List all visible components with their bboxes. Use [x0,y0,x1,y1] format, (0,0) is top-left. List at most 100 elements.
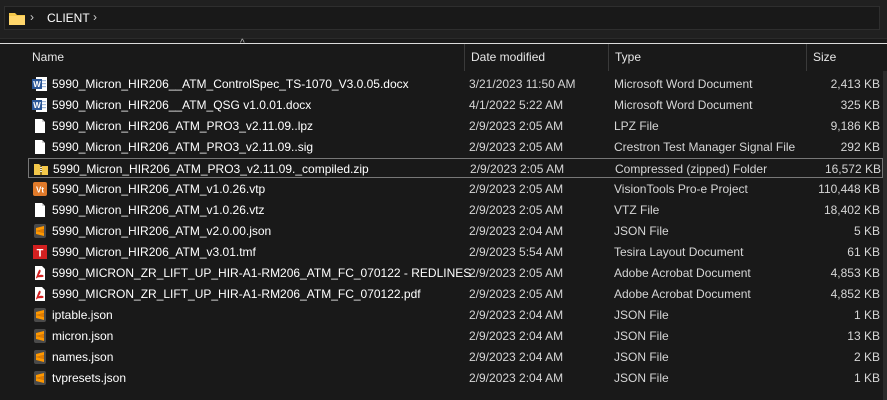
column-header-type[interactable]: Type [609,44,807,71]
file-name: micron.json [52,329,114,343]
file-type: Compressed (zipped) Folder [615,162,768,176]
tesira-icon: T [32,244,48,260]
pdf-icon [32,286,48,302]
file-date-modified: 2/9/2023 2:05 AM [470,162,565,176]
file-size: 4,853 KB [830,266,880,280]
file-row[interactable]: 5990_MICRON_ZR_LIFT_UP_HIR-A1-RM206_ATM_… [28,263,883,283]
file-type: Microsoft Word Document [614,77,753,91]
file-type: JSON File [614,224,669,238]
file-date-modified: 2/9/2023 2:04 AM [469,224,564,238]
file-name: 5990_Micron_HIR206_ATM_v1.0.26.vtp [52,182,266,196]
pdf-icon [32,265,48,281]
breadcrumb-folder[interactable]: CLIENT [47,11,90,25]
breadcrumb-chevron-icon[interactable]: › [93,10,97,24]
file-type: Crestron Test Manager Signal File [614,140,796,154]
svg-text:W: W [33,80,41,89]
file-name: tvpresets.json [52,371,127,385]
file-size: 2 KB [853,350,880,364]
file-name: 5990_Micron_HIR206_ATM_v1.0.26.vtz [52,203,265,217]
file-row[interactable]: 5990_Micron_HIR206_ATM_PRO3_v2.11.09..lp… [28,116,883,136]
file-row[interactable]: T 5990_Micron_HIR206_ATM_v3.01.tmf 2/9/202… [28,242,883,262]
svg-text:Vt: Vt [36,186,44,195]
file-row[interactable]: 5990_Micron_HIR206_ATM_PRO3_v2.11.09._co… [28,158,883,178]
file-type: JSON File [614,308,669,322]
file-size: 110,448 KB [818,182,880,196]
column-header-row: ^ Name Date modified Type Size [0,38,887,71]
file-size: 1 KB [853,308,880,322]
file-date-modified: 2/9/2023 2:04 AM [469,350,564,364]
file-name: 5990_MICRON_ZR_LIFT_UP_HIR-A1-RM206_ATM_… [52,266,472,280]
breadcrumb-chevron-icon[interactable]: › [30,10,34,24]
file-type: VTZ File [614,203,660,217]
file-name: 5990_Micron_HIR206_ATM_v3.01.tmf [52,245,256,259]
file-type: JSON File [614,350,669,364]
folder-icon [9,13,25,25]
file-size: 5 KB [853,224,880,238]
file-row[interactable]: 5990_Micron_HIR206_ATM_v2.0.00.json 2/9/2… [28,221,883,241]
file-row[interactable]: 5990_Micron_HIR206_ATM_PRO3_v2.11.09..si… [28,137,883,157]
visiontools-icon: Vt [32,181,48,197]
file-size: 18,402 KB [823,203,880,217]
file-type: JSON File [614,371,669,385]
sublime-icon [32,223,48,239]
file-type: VisionTools Pro-e Project [614,182,748,196]
zip-folder-icon [33,161,49,177]
svg-text:W: W [33,101,41,110]
file-date-modified: 2/9/2023 2:05 AM [469,182,564,196]
file-row[interactable]: W 5990_Micron_HIR206__ATM_ControlSpec_TS-… [28,74,883,94]
file-name: iptable.json [52,308,113,322]
file-type: Tesira Layout Document [614,245,744,259]
file-type: JSON File [614,329,669,343]
address-bar: › CLIENT › [0,0,887,39]
blank-file-icon [32,202,48,218]
file-row[interactable]: W 5990_Micron_HIR206__ATM_QSG v1.0.01.doc… [28,95,883,115]
file-name: 5990_Micron_HIR206_ATM_PRO3_v2.11.09._co… [53,162,369,176]
column-header-size[interactable]: Size [807,44,883,71]
file-row[interactable]: 5990_Micron_HIR206_ATM_v1.0.26.vtz 2/9/20… [28,200,883,220]
file-size: 9,186 KB [830,119,880,133]
file-row[interactable]: tvpresets.json 2/9/2023 2:04 AM JSON File 1… [28,368,883,388]
svg-text:T: T [37,248,44,260]
file-size: 2,413 KB [830,77,880,91]
file-size: 61 KB [847,245,880,259]
file-date-modified: 2/9/2023 2:05 AM [469,266,564,280]
file-size: 4,852 KB [830,287,880,301]
file-row[interactable]: names.json 2/9/2023 2:04 AM JSON File 2 KB [28,347,883,367]
sublime-icon [32,328,48,344]
file-name: 5990_Micron_HIR206__ATM_ControlSpec_TS-1… [52,77,409,91]
file-name: 5990_Micron_HIR206_ATM_PRO3_v2.11.09..lp… [52,119,314,133]
file-row[interactable]: micron.json 2/9/2023 2:04 AM JSON File 13 K… [28,326,883,346]
column-header-name[interactable]: Name [26,44,465,71]
blank-file-icon [32,118,48,134]
file-date-modified: 2/9/2023 2:04 AM [469,329,564,343]
file-name: 5990_MICRON_ZR_LIFT_UP_HIR-A1-RM206_ATM_… [52,287,421,301]
file-size: 325 KB [840,98,880,112]
file-date-modified: 2/9/2023 2:05 AM [469,119,564,133]
file-size: 292 KB [840,140,880,154]
file-row[interactable]: 5990_MICRON_ZR_LIFT_UP_HIR-A1-RM206_ATM_… [28,284,883,304]
file-date-modified: 2/9/2023 2:05 AM [469,140,564,154]
sublime-icon [32,370,48,386]
word-icon: W [32,76,48,92]
file-row[interactable]: iptable.json 2/9/2023 2:04 AM JSON File 1 K… [28,305,883,325]
address-box[interactable]: › CLIENT › [4,6,880,30]
file-size: 13 KB [847,329,880,343]
sublime-icon [32,307,48,323]
file-date-modified: 2/9/2023 2:04 AM [469,371,564,385]
blank-file-icon [32,139,48,155]
column-header-date[interactable]: Date modified [465,44,609,71]
file-date-modified: 2/9/2023 2:04 AM [469,308,564,322]
file-type: Adobe Acrobat Document [614,287,751,301]
file-date-modified: 2/9/2023 5:54 AM [469,245,564,259]
file-name: 5990_Micron_HIR206__ATM_QSG v1.0.01.docx [52,98,312,112]
file-name: 5990_Micron_HIR206_ATM_v2.0.00.json [52,224,272,238]
vertical-scrollbar[interactable] [883,71,887,400]
file-name: names.json [52,350,114,364]
file-size: 1 KB [853,371,880,385]
sublime-icon [32,349,48,365]
file-type: Microsoft Word Document [614,98,753,112]
file-date-modified: 3/21/2023 11:50 AM [469,77,576,91]
file-row[interactable]: Vt 5990_Micron_HIR206_ATM_v1.0.26.vtp 2/9/… [28,179,883,199]
file-date-modified: 2/9/2023 2:05 AM [469,287,564,301]
file-type: Adobe Acrobat Document [614,266,751,280]
